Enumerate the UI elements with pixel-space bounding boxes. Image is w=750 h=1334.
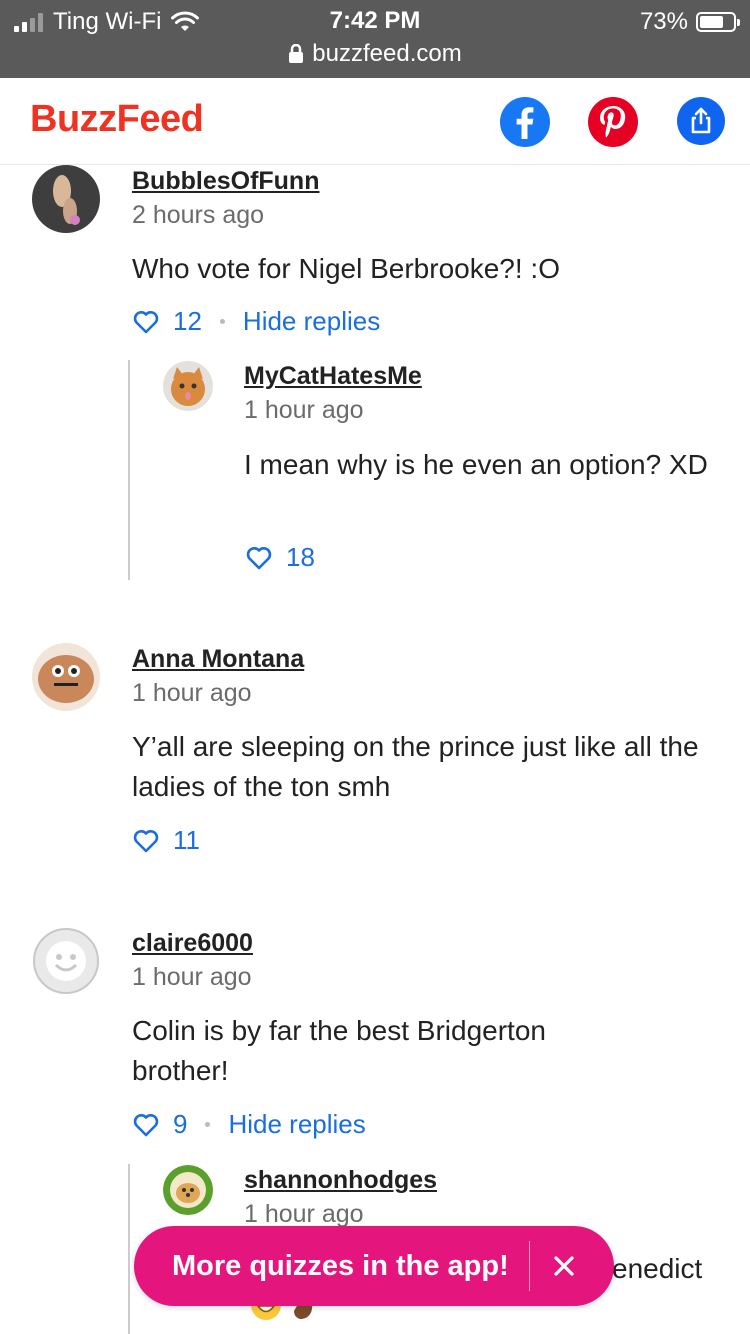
address-bar[interactable]: buzzfeed.com xyxy=(0,40,750,68)
avatar[interactable] xyxy=(32,927,100,995)
comment-time: 2 hours ago xyxy=(132,201,265,229)
hide-replies-link[interactable]: Hide replies xyxy=(243,306,380,337)
comment-text: Colin is by far the best Bridgerton brot… xyxy=(132,1015,546,1086)
comment-author[interactable]: claire6000 xyxy=(132,929,253,958)
comment-time: 1 hour ago xyxy=(132,679,252,707)
app-banner-divider xyxy=(528,1241,530,1291)
like-count[interactable]: 18 xyxy=(286,542,315,573)
hide-replies-link[interactable]: Hide replies xyxy=(228,1109,365,1140)
heart-icon[interactable] xyxy=(133,829,159,853)
comments-list: BubblesOfFunn 2 hours ago Who vote for N… xyxy=(0,165,750,1334)
url-label: buzzfeed.com xyxy=(312,40,462,67)
heart-icon[interactable] xyxy=(246,546,272,570)
battery-percent: 73% xyxy=(639,8,688,35)
battery-level xyxy=(700,16,724,28)
like-count[interactable]: 11 xyxy=(173,825,200,856)
pinterest-icon[interactable] xyxy=(588,97,638,147)
avatar[interactable] xyxy=(32,165,100,233)
close-glyph xyxy=(554,1256,574,1276)
status-right: 73% xyxy=(639,8,740,36)
site-header: BuzzFeed xyxy=(0,78,750,165)
buzzfeed-logo[interactable]: BuzzFeed xyxy=(30,98,204,141)
app-banner[interactable]: More quizzes in the app! xyxy=(134,1226,614,1306)
comment-time: 1 hour ago xyxy=(132,963,252,991)
status-bar: Ting Wi-Fi 7:42 PM buzzfeed.com 73% xyxy=(0,0,750,78)
reply-time: 1 hour ago xyxy=(244,1200,364,1228)
avatar[interactable] xyxy=(163,361,213,411)
like-count[interactable]: 12 xyxy=(173,306,202,337)
separator-dot xyxy=(205,1122,211,1127)
reply-text: I mean why is he even an option? XD xyxy=(244,449,708,480)
pinterest-glyph xyxy=(600,106,626,138)
comment-text: Who vote for Nigel Berbrooke?! :O xyxy=(132,253,560,284)
close-icon[interactable] xyxy=(534,1236,594,1296)
comment-author[interactable]: Anna Montana xyxy=(132,645,304,674)
share-icon[interactable] xyxy=(677,97,725,145)
reply-time: 1 hour ago xyxy=(244,396,364,424)
comment-actions: 11 xyxy=(133,825,200,856)
facebook-icon[interactable] xyxy=(500,97,550,147)
battery-icon xyxy=(696,12,740,32)
comment-actions: 12 Hide replies xyxy=(133,306,380,337)
thread-line xyxy=(128,360,130,580)
reply-actions: 18 xyxy=(246,542,315,573)
app-banner-label[interactable]: More quizzes in the app! xyxy=(172,1250,509,1283)
reply-text-fragment: enedict xyxy=(612,1253,703,1284)
heart-icon[interactable] xyxy=(133,1113,159,1137)
clock: 7:42 PM xyxy=(329,7,421,34)
like-count[interactable]: 9 xyxy=(173,1109,187,1140)
reply-author[interactable]: shannonhodges xyxy=(244,1166,437,1195)
comment-actions: 9 Hide replies xyxy=(133,1109,366,1140)
upload-glyph xyxy=(691,107,711,134)
comment-text: Y’all are sleeping on the prince just li… xyxy=(132,731,699,802)
facebook-glyph xyxy=(516,107,534,139)
avatar[interactable] xyxy=(32,643,100,711)
thread-line xyxy=(128,1164,130,1334)
lock-icon xyxy=(289,44,304,63)
reply-author[interactable]: MyCatHatesMe xyxy=(244,362,422,391)
heart-icon[interactable] xyxy=(133,310,159,334)
separator-dot xyxy=(219,319,225,324)
avatar[interactable] xyxy=(163,1165,213,1215)
comment-author[interactable]: BubblesOfFunn xyxy=(132,167,319,196)
